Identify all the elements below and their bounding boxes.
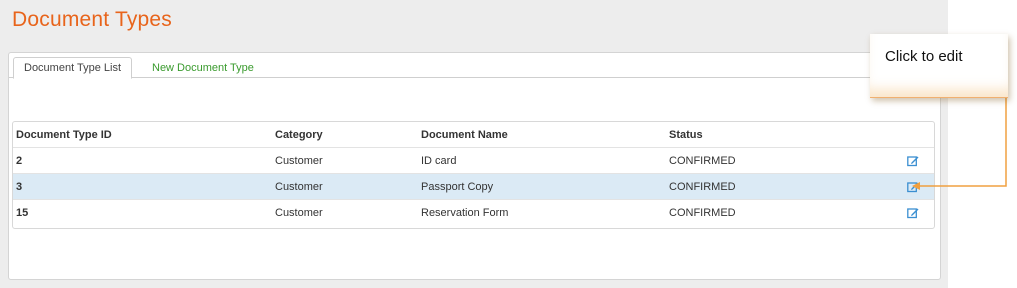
edit-icon[interactable]	[907, 207, 919, 219]
table-header-row: Document Type ID Category Document Name …	[13, 122, 934, 148]
cell-document-name: Reservation Form	[421, 207, 509, 219]
cell-document-name: ID card	[421, 155, 457, 167]
page-title: Document Types	[12, 8, 172, 31]
column-header-category[interactable]: Category	[275, 122, 323, 148]
cell-status: CONFIRMED	[669, 181, 736, 193]
column-header-document-type-id[interactable]: Document Type ID	[16, 122, 112, 148]
edit-icon[interactable]	[907, 181, 919, 193]
table-row[interactable]: 15 Customer Reservation Form CONFIRMED	[13, 200, 934, 226]
cell-category: Customer	[275, 155, 323, 167]
document-types-panel: Document Type List New Document Type Doc…	[8, 52, 941, 280]
tab-new-document-type[interactable]: New Document Type	[141, 57, 265, 79]
tab-document-type-list[interactable]: Document Type List	[13, 57, 133, 79]
cell-document-type-id: 2	[16, 155, 23, 167]
cell-category: Customer	[275, 207, 323, 219]
callout-text: Click to edit	[885, 48, 963, 65]
cell-document-type-id: 15	[16, 207, 29, 219]
cell-status: CONFIRMED	[669, 207, 736, 219]
page-background: Document Types Document Type List New Do…	[0, 0, 948, 288]
cell-category: Customer	[275, 181, 323, 193]
column-header-status[interactable]: Status	[669, 122, 703, 148]
column-header-document-name[interactable]: Document Name	[421, 122, 508, 148]
document-types-table: Document Type ID Category Document Name …	[12, 121, 935, 229]
table-row[interactable]: 2 Customer ID card CONFIRMED	[13, 148, 934, 174]
click-to-edit-callout: Click to edit	[870, 34, 1008, 98]
edit-icon[interactable]	[907, 155, 919, 167]
cell-status: CONFIRMED	[669, 155, 736, 167]
table-row[interactable]: 3 Customer Passport Copy CONFIRMED	[13, 174, 934, 200]
tab-bar: Document Type List New Document Type	[9, 53, 940, 79]
cell-document-type-id: 3	[16, 181, 23, 193]
cell-document-name: Passport Copy	[421, 181, 494, 193]
